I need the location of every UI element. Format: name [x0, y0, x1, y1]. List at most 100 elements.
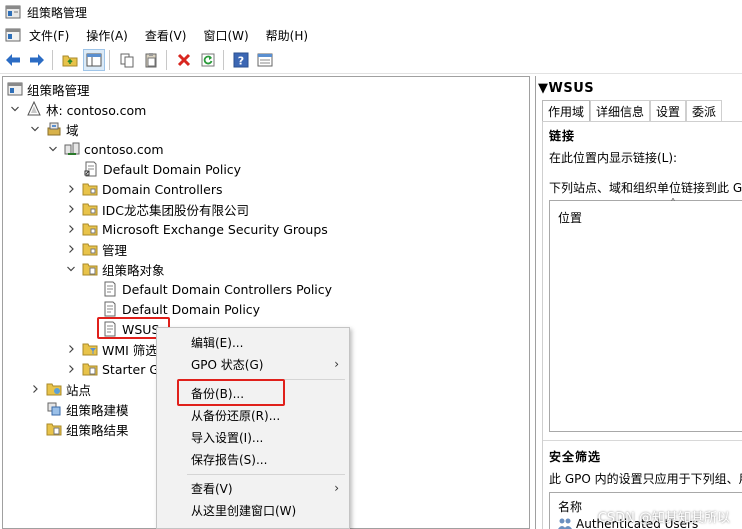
tree-item-sites[interactable]: 站点	[29, 379, 91, 399]
paste-icon[interactable]	[140, 49, 162, 71]
gpmc-app-icon	[5, 5, 21, 19]
tree-item-domains[interactable]: 域	[29, 119, 79, 139]
menu-window[interactable]: 窗口(W)	[203, 27, 248, 44]
menu-action[interactable]: 操作(A)	[86, 27, 128, 44]
ou-folder-icon	[82, 181, 98, 197]
tree-item-gpo[interactable]: Default Domain Policy	[102, 299, 260, 319]
column-header-location[interactable]: 位置	[558, 209, 582, 226]
backup-highlight-box	[177, 379, 285, 406]
chevron-down-icon[interactable]	[9, 103, 21, 115]
refresh-icon[interactable]	[197, 49, 219, 71]
forward-arrow-icon[interactable]	[26, 49, 48, 71]
security-filtering-title: 安全筛选	[549, 450, 602, 464]
toolbar-separator	[223, 49, 224, 70]
help-icon[interactable]: ?	[230, 49, 252, 71]
menu-item-gpo-status[interactable]: GPO 状态(G) ›	[157, 353, 349, 375]
menu-item-save-report[interactable]: 保存报告(S)...	[157, 448, 349, 470]
window-title: 组策略管理	[27, 5, 88, 20]
security-filtering-description: 此 GPO 内的设置只应用于下列组、用	[549, 472, 742, 486]
menu-item-restore[interactable]: 从备份还原(R)...	[157, 404, 349, 426]
gpo-folder-icon	[82, 261, 98, 277]
details-pane: ▼WSUS 作用域 详细信息 设置 委派 链接 在此位置内显示链接(L): 下列…	[535, 76, 742, 529]
tree-label: 域	[66, 122, 79, 138]
gpmc-root-icon	[7, 81, 23, 97]
details-tabs: 作用域 详细信息 设置 委派	[542, 100, 723, 121]
show-hide-tree-icon[interactable]	[83, 48, 105, 71]
gpo-link-icon	[83, 161, 99, 177]
tree-item-results[interactable]: 组策略结果	[46, 419, 129, 439]
chevron-right-icon[interactable]	[65, 363, 77, 375]
links-list[interactable]: 位置 ˄	[549, 197, 742, 432]
tree-item-gpo-container[interactable]: 组策略对象	[65, 259, 165, 279]
copy-icon[interactable]	[116, 49, 138, 71]
chevron-down-icon[interactable]	[47, 143, 59, 155]
chevron-right-icon[interactable]	[65, 223, 77, 235]
tree-item-starter[interactable]: Starter G	[65, 359, 159, 379]
tree-label: Domain Controllers	[102, 181, 223, 197]
menu-view[interactable]: 查看(V)	[145, 27, 187, 44]
watermark: CSDN @知其知其所以	[597, 511, 730, 526]
ou-folder-icon	[82, 201, 98, 217]
menu-help[interactable]: 帮助(H)	[266, 27, 308, 44]
system-menu-icon[interactable]	[5, 28, 21, 42]
context-menu: 编辑(E)... GPO 状态(G) › 备份(B)... 从备份还原(R)...…	[156, 327, 350, 529]
details-header: ▼WSUS	[538, 81, 595, 96]
menu-item-view[interactable]: 查看(V) ›	[157, 477, 349, 499]
tree-item-modeling[interactable]: 组策略建模	[46, 399, 129, 419]
chevron-right-icon[interactable]	[65, 203, 77, 215]
tree-item-wmi[interactable]: WMI 筛选	[65, 339, 158, 359]
domains-icon	[46, 121, 62, 137]
users-group-icon	[558, 518, 572, 529]
chevron-down-icon[interactable]	[65, 263, 77, 275]
chevron-down-icon[interactable]	[29, 123, 41, 135]
links-description: 下列站点、域和组织单位链接到此 G	[549, 181, 742, 195]
folder-up-icon[interactable]	[59, 49, 81, 71]
tree-item-ou[interactable]: Microsoft Exchange Security Groups	[65, 219, 328, 239]
tree-item-ou[interactable]: IDC龙芯集团股份有限公司	[65, 199, 249, 219]
tree-item-domain[interactable]: contoso.com	[47, 139, 164, 159]
tree-label: IDC龙芯集团股份有限公司	[102, 202, 250, 218]
chevron-right-icon[interactable]	[29, 383, 41, 395]
gpo-document-icon	[102, 281, 118, 297]
domain-icon	[64, 141, 80, 157]
tree-item-root[interactable]: 组策略管理	[7, 79, 90, 99]
menu-item-new-window[interactable]: 从这里创建窗口(W)	[157, 499, 349, 521]
starter-gpo-folder-icon	[82, 361, 98, 377]
back-arrow-icon[interactable]	[2, 49, 24, 71]
submenu-arrow-icon: ›	[334, 481, 339, 495]
chevron-right-icon[interactable]	[65, 183, 77, 195]
tree-item-gpo[interactable]: Default Domain Controllers Policy	[102, 279, 332, 299]
tab-details[interactable]: 详细信息	[590, 100, 651, 121]
submenu-arrow-icon: ›	[334, 357, 339, 371]
tab-scope[interactable]: 作用域	[542, 100, 591, 121]
tree-label: 组策略结果	[66, 422, 129, 438]
tree-label: Default Domain Policy	[122, 301, 261, 317]
section-divider	[543, 440, 742, 441]
menu-item-import[interactable]: 导入设置(I)...	[157, 426, 349, 448]
column-header-name[interactable]: 名称	[558, 498, 582, 515]
tab-delegation[interactable]: 委派	[686, 100, 723, 121]
tree-label: contoso.com	[84, 141, 164, 157]
gpo-document-icon	[102, 301, 118, 317]
scope-tab-body: 链接 在此位置内显示链接(L): 下列站点、域和组织单位链接到此 G 位置 ˄ …	[542, 121, 742, 529]
tree-item-ou[interactable]: 管理	[65, 239, 127, 259]
tree-item-gpo-link[interactable]: Default Domain Policy	[83, 159, 241, 179]
tree-label: WMI 筛选	[102, 342, 158, 358]
menu-file[interactable]: 文件(F)	[29, 27, 69, 44]
ou-folder-icon	[82, 241, 98, 257]
tree-label: Starter G	[102, 361, 160, 377]
tree-label: 林: contoso.com	[46, 102, 147, 118]
tree-item-forest[interactable]: 林: contoso.com	[9, 99, 146, 119]
menu-item-edit[interactable]: 编辑(E)...	[157, 331, 349, 353]
ou-folder-icon	[82, 221, 98, 237]
tree-item-ou[interactable]: Domain Controllers	[65, 179, 222, 199]
tree-label: Default Domain Controllers Policy	[122, 281, 333, 297]
chevron-right-icon[interactable]	[65, 343, 77, 355]
delete-icon[interactable]	[173, 49, 195, 71]
title-bar: 组策略管理	[0, 0, 742, 24]
results-icon	[46, 421, 62, 437]
tab-settings[interactable]: 设置	[650, 100, 687, 121]
chevron-right-icon[interactable]	[65, 243, 77, 255]
properties-icon[interactable]	[254, 49, 276, 71]
svg-text:?: ?	[238, 54, 244, 67]
